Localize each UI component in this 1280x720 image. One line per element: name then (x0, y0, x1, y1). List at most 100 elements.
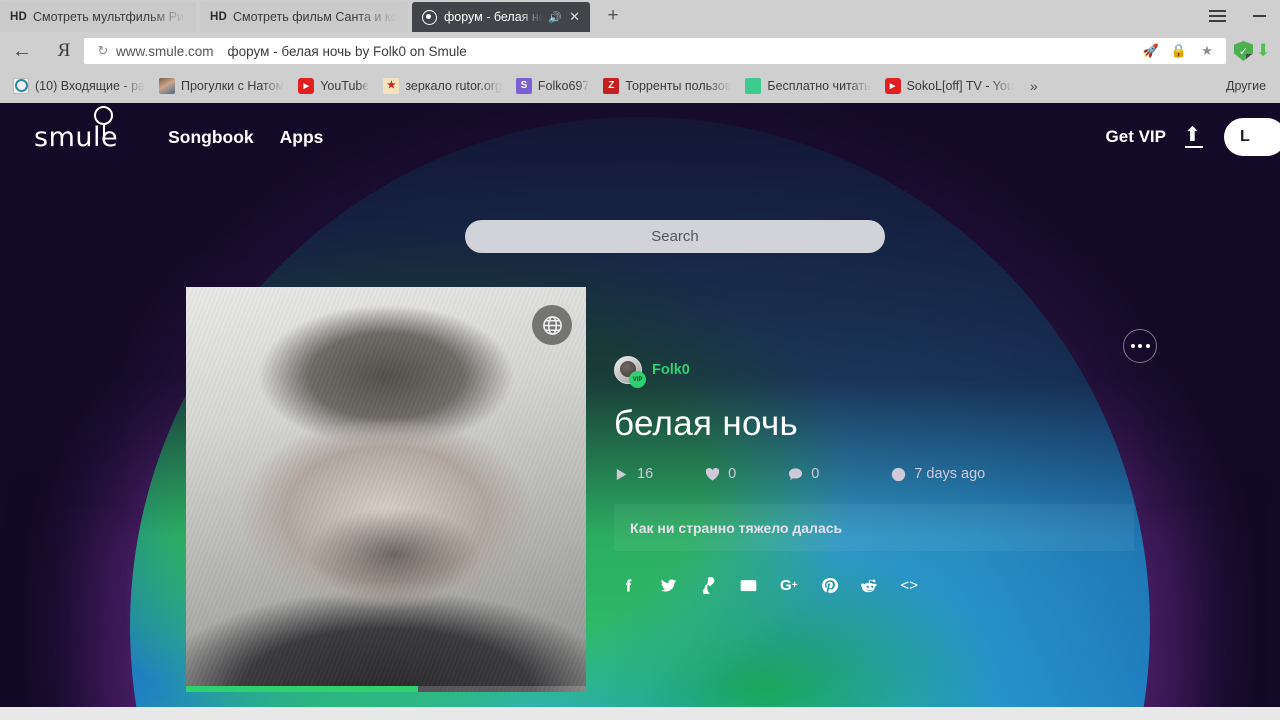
googleplus-icon[interactable]: G + (780, 578, 798, 593)
smule-icon: S (515, 77, 532, 94)
tab-badge: HD (210, 11, 228, 23)
browser-tab[interactable]: HD Смотреть фильм Санта и ко (200, 2, 408, 32)
tab-strip: HD Смотреть мультфильм Рик HD Смотреть ф… (0, 0, 1280, 32)
facebook-icon[interactable] (620, 577, 637, 594)
comments-count: 0 (811, 466, 820, 482)
upload-icon[interactable] (1184, 125, 1206, 149)
bookmark-label: Торренты пользов (625, 78, 732, 93)
site-nav: Songbook Apps (168, 127, 323, 148)
bookmark-item[interactable]: S Folko697 (509, 74, 596, 98)
smule-logo[interactable]: smule (34, 105, 119, 153)
youtube-icon (884, 77, 901, 94)
plays-count: 16 (637, 466, 654, 482)
new-tab-button[interactable]: + (600, 6, 626, 28)
tab-close-icon[interactable]: ✕ (567, 9, 580, 25)
smule-favicon (422, 9, 437, 25)
stat-comments[interactable]: 0 (788, 466, 819, 482)
adblock-shield-icon[interactable]: 2 (1234, 41, 1253, 61)
photo-icon (158, 77, 175, 94)
recording-info: VIP Folk0 белая ночь 16 0 0 7 days ago К… (614, 356, 1154, 594)
bookmarks-bar: (10) Входящие - ра Прогулки с Натом YouT… (0, 70, 1280, 101)
more-options-icon[interactable] (1123, 329, 1157, 363)
header-right: Get VIP L (1106, 118, 1280, 156)
lock-icon[interactable]: 🔒 (1166, 43, 1192, 59)
tab-title: Смотреть мультфильм Рик (33, 10, 186, 24)
tab-title: форум - белая ночь b (444, 10, 544, 24)
get-vip-button[interactable]: Get VIP (1106, 127, 1166, 147)
reload-icon[interactable]: ↻ (90, 43, 116, 59)
bookmark-label: Folko697 (537, 78, 590, 93)
bookmark-label: (10) Входящие - ра (35, 78, 145, 93)
nav-link-apps[interactable]: Apps (280, 127, 324, 148)
login-button[interactable]: L (1224, 118, 1280, 156)
author-name[interactable]: Folk0 (652, 362, 690, 378)
avatar[interactable]: VIP (614, 356, 646, 388)
bookmark-item[interactable]: SokoL[off] TV - You (878, 74, 1021, 98)
share-row: G + <> (614, 577, 1154, 594)
rutor-icon (383, 77, 400, 94)
omnibox-icons: 🚀 🔒 ★ (1138, 43, 1220, 59)
url-page-title: форум - белая ночь by Folk0 on Smule (227, 43, 467, 59)
site-header: smule Songbook Apps Get VIP L (0, 103, 1280, 171)
main-content: VIP Folk0 белая ночь 16 0 0 7 days ago К… (0, 171, 1280, 692)
bookmarks-other-folder[interactable]: Другие (1226, 79, 1280, 93)
extension-icons: 2 ⬇ (1234, 41, 1280, 61)
rocket-icon[interactable]: 🚀 (1138, 43, 1164, 59)
nav-link-songbook[interactable]: Songbook (168, 127, 254, 148)
album-art[interactable] (186, 287, 586, 692)
mail-icon (13, 77, 29, 94)
logo-text: smule (34, 121, 119, 153)
browser-tab[interactable]: HD Смотреть мультфильм Рик (0, 2, 196, 32)
reddit-icon[interactable] (860, 577, 878, 594)
url-host: www.smule.com (116, 43, 214, 59)
browser-toolbar: ← Я ↻ www.smule.com форум - белая ночь b… (0, 32, 1280, 70)
album-art-grain (186, 287, 586, 692)
browser-tab-active[interactable]: форум - белая ночь b 🔊 ✕ (412, 2, 590, 32)
stat-time: 7 days ago (891, 466, 985, 482)
book-icon (745, 77, 762, 94)
search-input[interactable]: Search (465, 220, 885, 253)
back-button[interactable]: ← (0, 41, 44, 61)
smule-page: smule Songbook Apps Get VIP L Search (0, 103, 1280, 707)
yandex-home-icon[interactable]: Я (44, 40, 84, 62)
hamburger-icon (1208, 9, 1226, 23)
minimize-button[interactable] (1238, 0, 1280, 32)
email-icon[interactable] (740, 577, 757, 594)
bookmark-label: SokoL[off] TV - You (906, 78, 1014, 93)
page-bottom-edge (0, 707, 1280, 720)
bookmark-item[interactable]: Z Торренты пользов (596, 74, 738, 98)
tab-audio-icon[interactable]: 🔊 (543, 11, 567, 24)
bookmark-item[interactable]: Прогулки с Натом (152, 74, 291, 98)
browser-menu-button[interactable] (1196, 0, 1238, 32)
minimize-icon (1252, 14, 1266, 18)
download-icon[interactable]: ⬇ (1256, 41, 1274, 61)
bookmark-item[interactable]: зеркало rutor.org (376, 74, 509, 98)
globe-icon[interactable] (532, 305, 572, 345)
tab-badge: HD (10, 11, 28, 23)
comment-icon (789, 467, 803, 480)
play-icon (616, 468, 627, 480)
page-title: белая ночь (614, 404, 799, 443)
bookmark-label: Бесплатно читать (767, 78, 871, 93)
embed-icon[interactable]: <> (901, 578, 919, 593)
stat-plays: 16 (614, 466, 653, 482)
author-row[interactable]: VIP Folk0 (614, 356, 1154, 388)
bookmark-item[interactable]: YouTube (291, 74, 376, 98)
time-ago: 7 days ago (914, 466, 986, 482)
bookmark-label: Прогулки с Натом (180, 78, 285, 93)
bookmark-item[interactable]: Бесплатно читать (738, 74, 877, 98)
bookmarks-overflow-button[interactable]: » (1021, 78, 1047, 94)
twitter-icon[interactable] (660, 577, 677, 594)
microphone-icon (94, 105, 113, 141)
youtube-icon (298, 77, 315, 94)
address-bar[interactable]: ↻ www.smule.com форум - белая ночь by Fo… (84, 38, 1226, 64)
bookmark-item[interactable]: (10) Входящие - ра (6, 74, 152, 98)
stat-likes[interactable]: 0 (705, 466, 736, 482)
playback-progress-bar[interactable] (186, 686, 586, 692)
star-icon[interactable]: ★ (1194, 43, 1220, 59)
description-box: Как ни странно тяжело далась (614, 504, 1134, 551)
pinterest-icon[interactable] (821, 577, 838, 594)
likes-count: 0 (728, 466, 737, 482)
zona-icon: Z (603, 77, 620, 94)
link-icon[interactable] (700, 577, 717, 594)
